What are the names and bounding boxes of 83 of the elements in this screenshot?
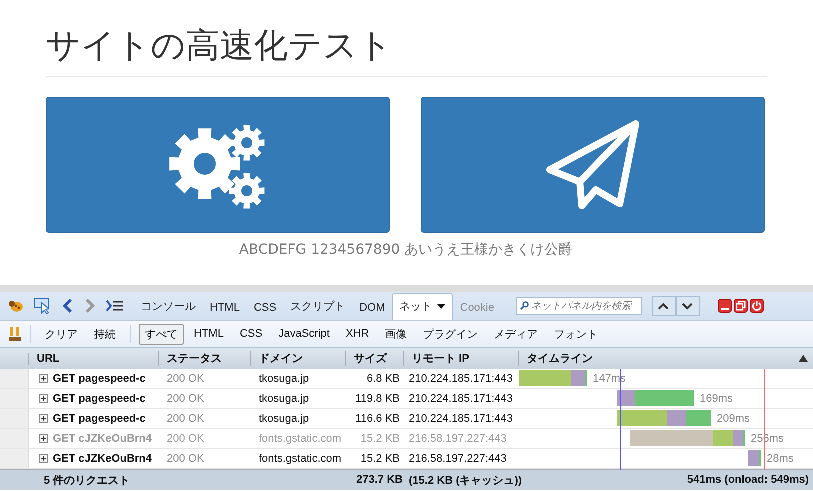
back-icon[interactable] xyxy=(62,298,74,314)
filter-button[interactable]: メディア xyxy=(488,324,544,344)
filter-button[interactable]: フォント xyxy=(548,324,604,344)
detach-button[interactable] xyxy=(734,299,748,313)
filter-button[interactable]: HTML xyxy=(188,325,230,343)
bug-icon[interactable] xyxy=(8,299,24,313)
minimize-button[interactable] xyxy=(718,299,732,313)
sort-icon[interactable] xyxy=(799,355,808,362)
previous-match-button[interactable] xyxy=(652,296,676,316)
panel-tab[interactable]: HTML xyxy=(203,296,247,320)
filter-button[interactable]: 画像 xyxy=(379,324,414,344)
size-cell-text: 15.2 KB xyxy=(360,432,401,444)
remote-ip-cell-text: 216.58.197.227:443 xyxy=(408,452,508,464)
filter-button[interactable]: CSS xyxy=(234,325,269,343)
expand-icon[interactable] xyxy=(39,454,48,463)
power-icon xyxy=(752,301,762,311)
search-icon xyxy=(520,299,528,313)
size-cell-text: 116.6 KB xyxy=(354,412,401,424)
toolbar-button[interactable]: 持続 xyxy=(88,324,122,344)
power-button[interactable] xyxy=(750,299,764,313)
request-url[interactable]: GET cJZKeOuBrn4 xyxy=(53,452,152,464)
expand-icon[interactable] xyxy=(39,434,48,443)
request-url[interactable]: GET pagespeed-c xyxy=(53,392,146,404)
remote-ip-cell-text: 210.224.185.171:443 xyxy=(408,392,514,404)
feature-tile[interactable] xyxy=(421,97,765,233)
status-cell-text: 200 OK xyxy=(166,372,206,384)
sample-text: ABCDEFG 1234567890 あいうえ王様かきくけ公爵 xyxy=(238,241,574,259)
filter-button[interactable]: プラグイン xyxy=(417,324,484,344)
request-url[interactable]: GET pagespeed-c xyxy=(53,372,146,384)
size-cell-text: 15.2 KB xyxy=(360,452,401,464)
chevron-up-icon xyxy=(658,302,669,310)
inspect-icon[interactable] xyxy=(34,298,52,314)
page-title: サイトの高速化テスト xyxy=(46,0,767,77)
panel-tab[interactable]: コンソール xyxy=(134,293,203,320)
status-cell-text: 200 OK xyxy=(166,452,206,464)
size-cell-text: 6.8 KB xyxy=(366,372,401,384)
panel-tab[interactable]: DOM xyxy=(352,296,392,320)
toolbar-button[interactable]: クリア xyxy=(39,324,84,344)
timeline-bar xyxy=(519,370,587,386)
request-url[interactable]: GET pagespeed-c xyxy=(53,412,146,424)
chevron-down-icon xyxy=(682,302,693,310)
panel-tab[interactable]: スクリプト xyxy=(284,293,353,320)
expand-icon[interactable] xyxy=(39,414,48,423)
next-match-button[interactable] xyxy=(676,296,700,316)
caret-icon xyxy=(437,304,446,310)
column-header[interactable]: URL xyxy=(28,352,158,364)
request-count: 5 件のリクエスト xyxy=(43,474,132,488)
domain-cell-text: tkosuga.jp xyxy=(258,392,310,404)
domain-cell-text: tkosuga.jp xyxy=(258,412,310,424)
domain-cell-text: fonts.gstatic.com xyxy=(258,432,343,444)
timeline-bar xyxy=(748,450,761,466)
column-header[interactable]: サイズ xyxy=(345,351,403,366)
filter-button[interactable]: XHR xyxy=(340,325,376,343)
expand-icon[interactable] xyxy=(39,374,48,383)
remote-ip-cell-text: 216.58.197.227:443 xyxy=(408,432,508,444)
panel-tab[interactable]: ネット xyxy=(392,293,454,320)
remote-ip-cell-text: 210.224.185.171:443 xyxy=(408,412,514,424)
cached-size: (15.2 KB (キャッシュ)) xyxy=(409,474,522,488)
duration-label: 209ms xyxy=(717,413,750,425)
panel-tab[interactable]: CSS xyxy=(246,296,284,320)
expand-icon[interactable] xyxy=(39,394,48,403)
total-time: 541ms (onload: 549ms) xyxy=(687,474,810,486)
size-cell-text: 119.8 KB xyxy=(354,392,401,404)
command-line-icon[interactable] xyxy=(106,299,124,313)
status-cell-text: 200 OK xyxy=(166,392,206,404)
duration-label: 169ms xyxy=(700,393,734,405)
filter-button[interactable]: JavaScript xyxy=(272,325,336,343)
domain-cell-text: fonts.gstatic.com xyxy=(258,452,343,464)
paper-plane-icon xyxy=(546,120,640,210)
status-cell-text: 200 OK xyxy=(166,432,206,444)
search-field[interactable]: ネットパネル内を検索 xyxy=(516,297,642,315)
filter-button[interactable]: すべて xyxy=(139,324,184,344)
duration-label: 28ms xyxy=(767,453,794,465)
status-cell-text: 200 OK xyxy=(166,412,206,424)
column-header[interactable]: リモート IP xyxy=(403,351,518,366)
remote-ip-cell-text: 210.224.185.171:443 xyxy=(408,372,514,384)
total-size: 273.7 KB xyxy=(356,474,403,486)
feature-tile[interactable] xyxy=(46,97,390,233)
column-header[interactable]: ドメイン xyxy=(250,351,345,366)
column-header[interactable]: ステータス xyxy=(158,351,250,366)
restore-icon xyxy=(736,301,746,311)
domain-cell-text: tkosuga.jp xyxy=(258,372,310,384)
xhr-breakpoint-icon[interactable] xyxy=(8,326,22,342)
